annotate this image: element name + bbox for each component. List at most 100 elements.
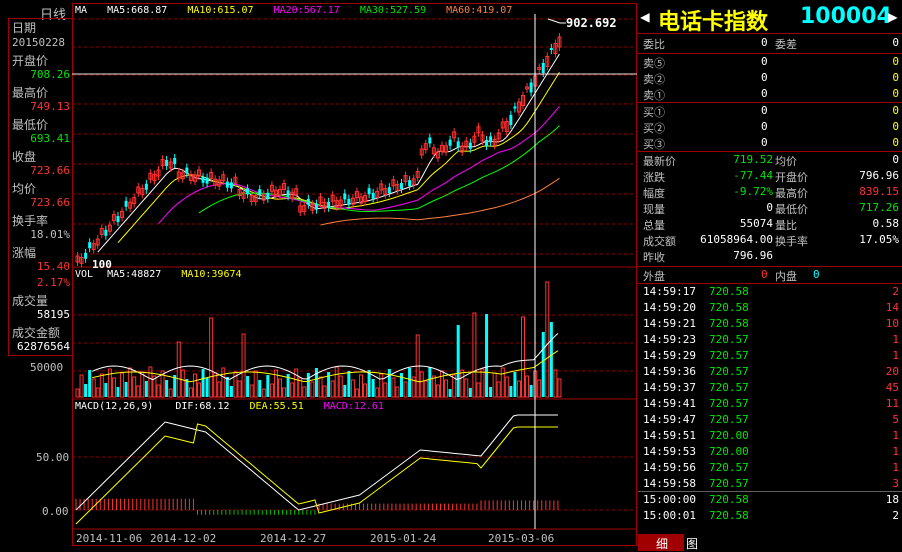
ask-label: 卖② xyxy=(643,73,665,86)
tick-time: 14:59:36 xyxy=(643,365,696,378)
volume-bar xyxy=(261,388,266,398)
volume-bar xyxy=(246,376,250,397)
volume-bar xyxy=(140,371,145,398)
volume-bar xyxy=(104,383,108,397)
volume-bar xyxy=(84,384,88,397)
volume-bar xyxy=(395,386,400,398)
macd-tick-50: 50.00 xyxy=(36,451,70,464)
bid-price: 0 xyxy=(761,136,768,149)
candle-body xyxy=(549,48,553,50)
volume-bar xyxy=(107,368,112,398)
volume-bar xyxy=(180,369,185,398)
price-max-label: 902.692 xyxy=(566,16,617,30)
date-tick: 2014-12-27 xyxy=(260,532,327,545)
candle-body xyxy=(371,192,375,199)
ask-price: 0 xyxy=(761,87,768,100)
volume-bar xyxy=(221,367,226,398)
volume-bar xyxy=(521,316,525,398)
bid-label: 买③ xyxy=(643,138,665,151)
volume-bar xyxy=(209,317,214,398)
quote-value: 0.58 xyxy=(872,217,900,230)
quote-value: 796.96 xyxy=(859,169,899,182)
quote-value: -77.44 xyxy=(733,169,773,182)
tick-price: 720.58 xyxy=(709,493,749,506)
volume-bar xyxy=(464,378,469,398)
tick-volume: 20 xyxy=(885,365,899,378)
volume-bar xyxy=(545,281,550,398)
bid-price: 0 xyxy=(761,120,768,133)
next-stock-arrow[interactable]: ▶ xyxy=(888,7,898,26)
macd-legend-title: MACD(12,26,9) xyxy=(75,401,154,412)
volume-bar xyxy=(273,369,278,398)
volume-bar xyxy=(419,371,424,398)
tick-time: 14:59:23 xyxy=(643,333,696,346)
volume-bar xyxy=(120,372,125,398)
tick-time: 14:59:51 xyxy=(643,429,696,442)
volume-bar xyxy=(75,388,80,398)
stock-name: 电话卡指数 xyxy=(658,10,769,35)
tick-row: 14:59:21 720.58 10 xyxy=(643,317,899,333)
candle-body xyxy=(343,193,347,200)
vol-ma5-legend: MA5:48827 xyxy=(107,269,162,280)
candle-body xyxy=(400,183,403,189)
tick-volume: 11 xyxy=(885,397,899,410)
ma-legend-title: MA xyxy=(75,5,88,16)
volume-bar xyxy=(266,375,270,397)
volume-bar xyxy=(476,382,481,398)
prev-stock-arrow[interactable]: ◀ xyxy=(640,7,650,26)
ask-label: 卖① xyxy=(643,89,665,102)
quote-value: 61058964.00 xyxy=(700,233,773,246)
ma5-line xyxy=(97,53,560,253)
volume-bar xyxy=(480,368,485,398)
volume-bar xyxy=(290,382,295,398)
date-tick: 2014-12-02 xyxy=(150,532,217,545)
volume-bar xyxy=(217,381,222,398)
volume-bar xyxy=(456,325,460,397)
ask-row: 卖② 0 0 xyxy=(643,71,899,87)
volume-bar xyxy=(168,388,173,398)
ma-legend: MA MA5:668.87 MA10:615.07 MA20:567.17 MA… xyxy=(75,5,512,16)
candle-body xyxy=(529,82,533,93)
volume-bar xyxy=(136,385,141,398)
tick-price: 720.58 xyxy=(709,301,749,314)
ask-volume: 0 xyxy=(892,71,899,84)
tick-volume: 3 xyxy=(892,477,899,490)
inner-value: 0 xyxy=(813,268,820,281)
candle-body xyxy=(84,252,88,259)
volume-bar xyxy=(496,381,501,398)
tab-detail[interactable]: 细 xyxy=(656,535,668,552)
tick-time: 15:00:01 xyxy=(643,509,696,522)
volume-bar xyxy=(525,375,530,398)
max-pointer xyxy=(547,18,566,24)
quote-row: 昨收 796.96 xyxy=(643,249,899,265)
volume-bar xyxy=(282,387,287,398)
ma10-legend: MA10:615.07 xyxy=(187,5,254,16)
quote-value: 17.05% xyxy=(859,233,899,246)
outer-inner-row: 外盘 0 内盘 0 xyxy=(643,268,899,284)
tick-row: 14:59:56 720.57 1 xyxy=(643,461,899,477)
volume-bar xyxy=(253,370,258,398)
volume-bar xyxy=(516,380,521,398)
volume-bar xyxy=(124,382,128,397)
tick-price: 720.57 xyxy=(709,461,749,474)
tick-row: 14:59:17 720.58 2 xyxy=(643,285,899,301)
quote-value: 796.96 xyxy=(733,249,773,262)
candle-body xyxy=(104,229,108,236)
tick-price: 720.57 xyxy=(709,413,749,426)
volume-bar xyxy=(205,378,209,397)
tick-volume: 10 xyxy=(885,317,899,330)
tab-chart[interactable]: 图 xyxy=(686,535,698,552)
volume-bar xyxy=(229,386,233,397)
tick-time: 14:59:41 xyxy=(643,397,696,410)
tick-volume: 1 xyxy=(892,429,899,442)
vol-ma10-legend: MA10:39674 xyxy=(181,269,242,280)
tick-row: 15:00:00 720.58 18 xyxy=(643,493,899,509)
candle-body xyxy=(509,115,513,125)
tick-price: 720.00 xyxy=(709,429,749,442)
volume-bar xyxy=(237,380,242,398)
volume-bar xyxy=(79,374,84,398)
tick-volume: 1 xyxy=(892,445,899,458)
quote-value: 55074 xyxy=(739,217,773,230)
stock-code: 100004 xyxy=(800,4,892,29)
volume-bar xyxy=(111,377,116,398)
